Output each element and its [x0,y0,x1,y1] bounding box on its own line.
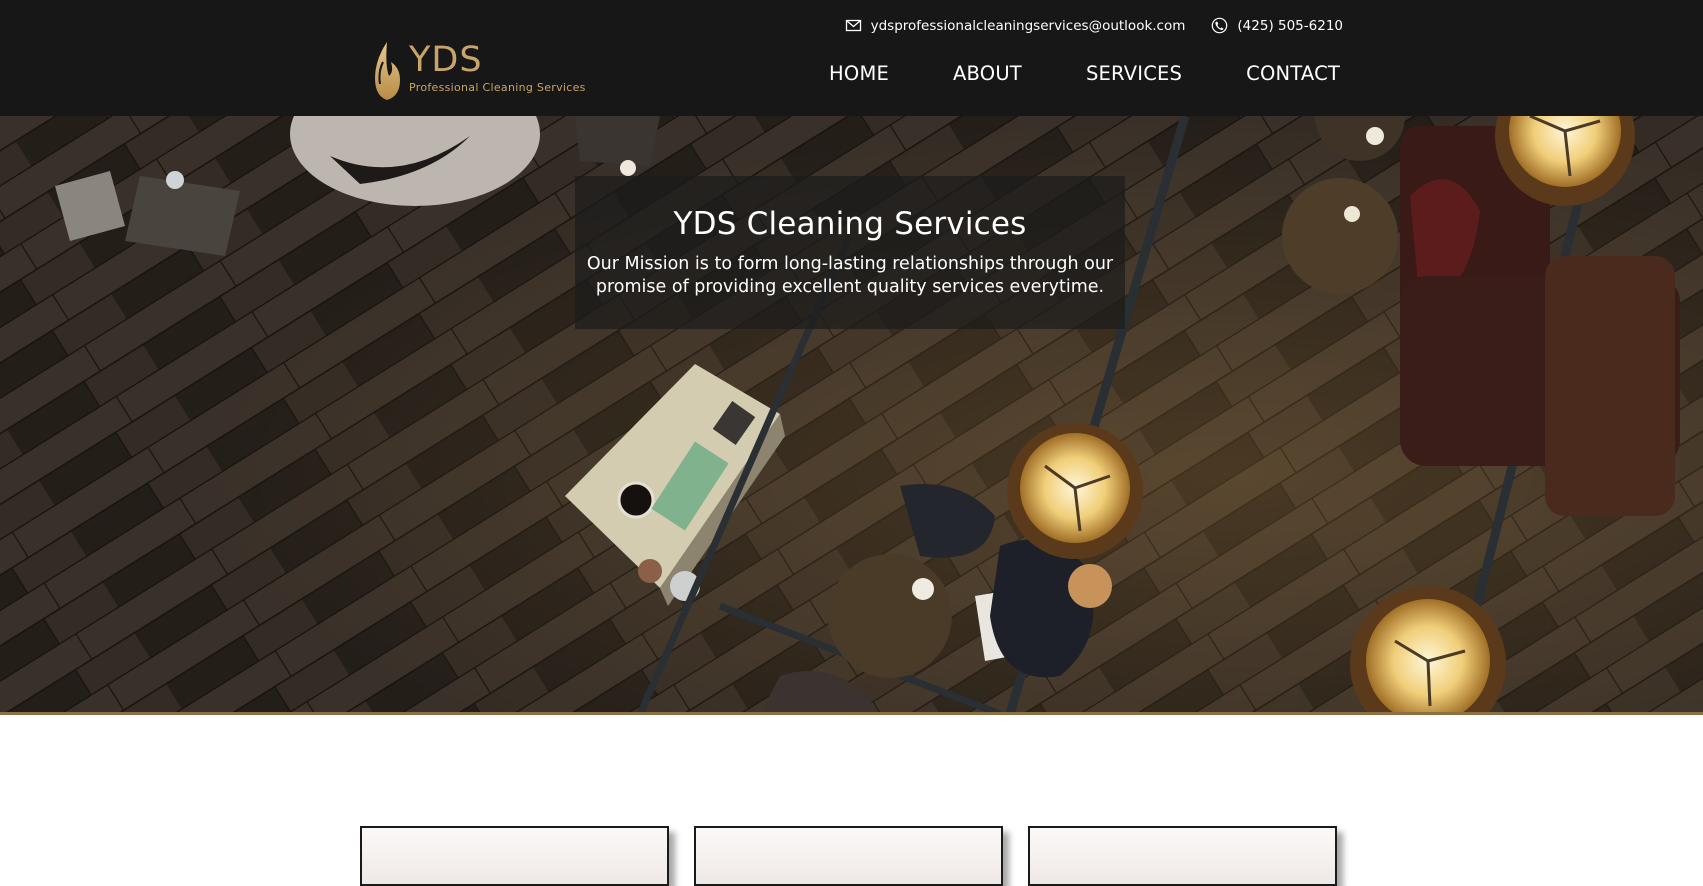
service-card-3[interactable] [1028,826,1337,886]
phone-link[interactable]: (425) 505-6210 [1237,18,1343,34]
phone-icon [1211,17,1228,34]
nav-contact[interactable]: CONTACT [1246,62,1340,85]
hero-caption: YDS Cleaning Services Our Mission is to … [575,176,1125,329]
hero-title: YDS Cleaning Services [673,206,1027,242]
service-card-2[interactable] [694,826,1003,886]
hero-mission: Our Mission is to form long-lasting rela… [586,254,1114,297]
email-contact[interactable]: ydsprofessionalcleaningservices@outlook.… [845,17,1186,34]
logo-brand: YDS [409,40,483,80]
phone-contact[interactable]: (425) 505-6210 [1211,17,1343,34]
site-logo[interactable]: YDS Professional Cleaning Services [367,38,585,104]
flame-drop-icon [375,42,400,100]
hero-accent-line [0,712,1703,715]
site-header: ydsprofessionalcleaningservices@outlook.… [0,0,1703,116]
logo-tagline: Professional Cleaning Services [409,81,586,94]
main-nav: HOME ABOUT SERVICES CONTACT [829,62,1340,85]
nav-about[interactable]: ABOUT [953,62,1022,85]
service-card-1[interactable] [360,826,669,886]
nav-services[interactable]: SERVICES [1086,62,1182,85]
email-link[interactable]: ydsprofessionalcleaningservices@outlook.… [871,18,1186,34]
envelope-icon [845,17,862,34]
contact-bar: ydsprofessionalcleaningservices@outlook.… [845,17,1343,34]
nav-home[interactable]: HOME [829,62,889,85]
